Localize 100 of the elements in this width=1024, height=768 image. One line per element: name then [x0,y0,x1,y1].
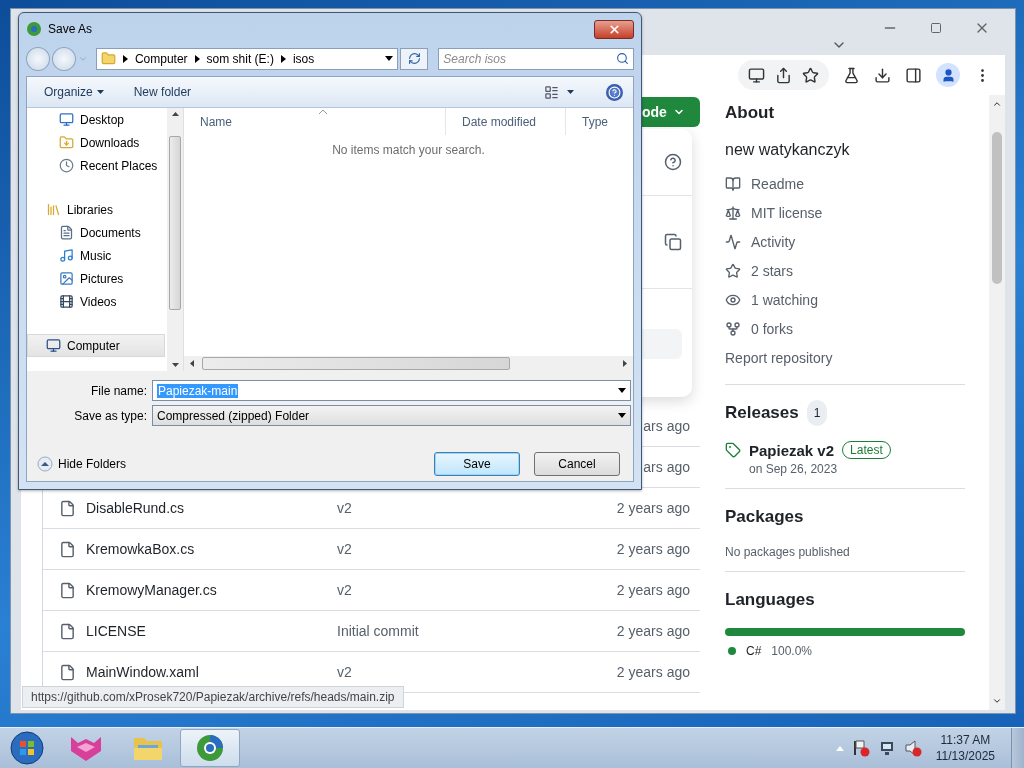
nav-item[interactable]: Documents [27,221,165,244]
nav-item[interactable]: Computer [27,334,165,357]
caret-icon[interactable] [618,388,626,393]
file-icon [59,581,76,599]
profile-avatar[interactable] [936,63,960,87]
scroll-up-icon[interactable] [171,112,179,116]
cancel-button[interactable]: Cancel [534,452,620,476]
nav-item[interactable]: Recent Places [27,154,165,177]
file-name[interactable]: DisableRund.cs [86,500,185,516]
dropdown-icon[interactable] [385,56,394,61]
scroll-thumb[interactable] [202,357,510,370]
nav-item[interactable]: Videos [27,290,165,313]
commit-message[interactable]: v2 [337,500,352,516]
caret-icon[interactable] [618,413,626,418]
code-button[interactable]: ode [642,97,700,127]
book-icon [725,175,741,192]
file-icon [59,622,76,640]
stat-link[interactable]: Activity [751,233,796,250]
section-heading: Packages [725,506,805,528]
field-label: File name: [89,383,147,398]
help-icon[interactable] [664,153,682,171]
stat-link[interactable]: Readme [751,175,804,192]
pulse-icon [725,233,741,250]
language-name[interactable]: C# [746,644,762,658]
library-icon [46,202,61,217]
commit-age: 2 years ago [616,664,690,680]
stat-link[interactable]: 0 forks [751,320,793,337]
dialog-title: Save As [48,22,93,36]
flag-warning-icon[interactable] [851,739,870,757]
file-name[interactable]: KremowyManager.cs [86,582,217,598]
column-header[interactable]: Date modified [445,108,565,135]
separator-arrow-icon [122,54,128,63]
address-bar[interactable] [738,60,829,90]
separator-arrow-icon [280,54,286,63]
commit-age: 2 years ago [616,500,690,516]
stat-link[interactable]: MIT license [751,204,823,221]
nav-item[interactable]: Pictures [27,267,165,290]
organize-menu[interactable]: Organize [44,85,104,99]
taskbar-app[interactable] [180,729,240,767]
scroll-left-icon[interactable] [190,360,194,367]
speaker-muted-icon[interactable] [903,739,922,757]
nav-item[interactable]: Music [27,244,165,267]
copy-icon[interactable] [664,233,682,251]
refresh-button[interactable] [400,47,429,70]
path-field[interactable]: Computer som shit (E:) isos [95,47,399,70]
view-icon[interactable] [544,84,559,100]
file-row[interactable]: KremowkaBox.cs v2 2 years ago [43,529,700,570]
column-header[interactable]: Name [184,108,445,135]
file-name[interactable]: MainWindow.xaml [86,664,199,680]
file-row[interactable]: LICENSE Initial commit 2 years ago [43,611,700,652]
nav-item[interactable]: Downloads [27,131,165,154]
file-name[interactable]: KremowkaBox.cs [86,541,195,557]
breadcrumb[interactable]: isos [292,51,315,66]
commit-age: 2 years ago [616,623,690,639]
scroll-up-icon[interactable] [992,99,1002,109]
section-heading: Languages [725,589,816,611]
share-icon[interactable] [775,66,792,84]
maximize-icon[interactable] [930,22,942,34]
scroll-thumb[interactable] [992,131,1002,284]
commit-message[interactable]: v2 [337,664,352,680]
section-heading: About [725,102,776,124]
film-icon [59,294,74,309]
stat-link[interactable]: 2 stars [751,262,793,279]
fork-icon [725,320,741,337]
commit-message[interactable]: v2 [337,541,352,557]
clock-time[interactable]: 11:37 AM [940,732,991,748]
clock-date[interactable]: 11/13/2025 [935,748,995,764]
scroll-thumb[interactable] [169,135,181,310]
toolbar-button[interactable]: New folder [133,85,192,99]
file-type-dropdown[interactable]: Compressed (zipped) Folder [152,405,631,426]
bookmark-star-icon[interactable] [802,66,819,84]
download-icon[interactable] [874,66,891,84]
search-field[interactable]: Search isos [438,47,634,70]
commit-message[interactable]: Initial commit [337,623,419,639]
breadcrumb[interactable]: som shit (E:) [206,51,274,66]
release-link[interactable]: Papiezak v2 [749,441,835,459]
file-icon [59,540,76,558]
hide-folders-button[interactable]: Hide Folders [27,456,127,472]
file-name[interactable]: LICENSE [86,623,146,639]
music-note-icon [59,248,74,263]
side-panel-icon[interactable] [905,66,922,84]
breadcrumb[interactable]: Computer [134,51,188,66]
commit-age: ars ago [643,459,690,475]
nav-item[interactable]: Libraries [27,198,165,221]
install-app-icon[interactable] [748,66,765,84]
nav-item[interactable]: Desktop [27,108,165,131]
stat-link[interactable]: 1 watching [751,291,818,308]
save-button[interactable]: Save [434,452,520,476]
scroll-down-icon[interactable] [171,363,179,367]
column-header[interactable]: Type [565,108,633,135]
file-row[interactable]: KremowyManager.cs v2 2 years ago [43,570,700,611]
report-link[interactable]: Report repository [725,349,833,366]
scroll-down-icon[interactable] [992,696,1002,706]
help-icon[interactable] [606,83,623,101]
scroll-right-icon[interactable] [623,360,627,367]
star-icon [725,262,741,279]
commit-age: 2 years ago [616,541,690,557]
flask-icon[interactable] [843,66,860,84]
commit-message[interactable]: v2 [337,582,352,598]
close-button[interactable] [594,19,634,39]
